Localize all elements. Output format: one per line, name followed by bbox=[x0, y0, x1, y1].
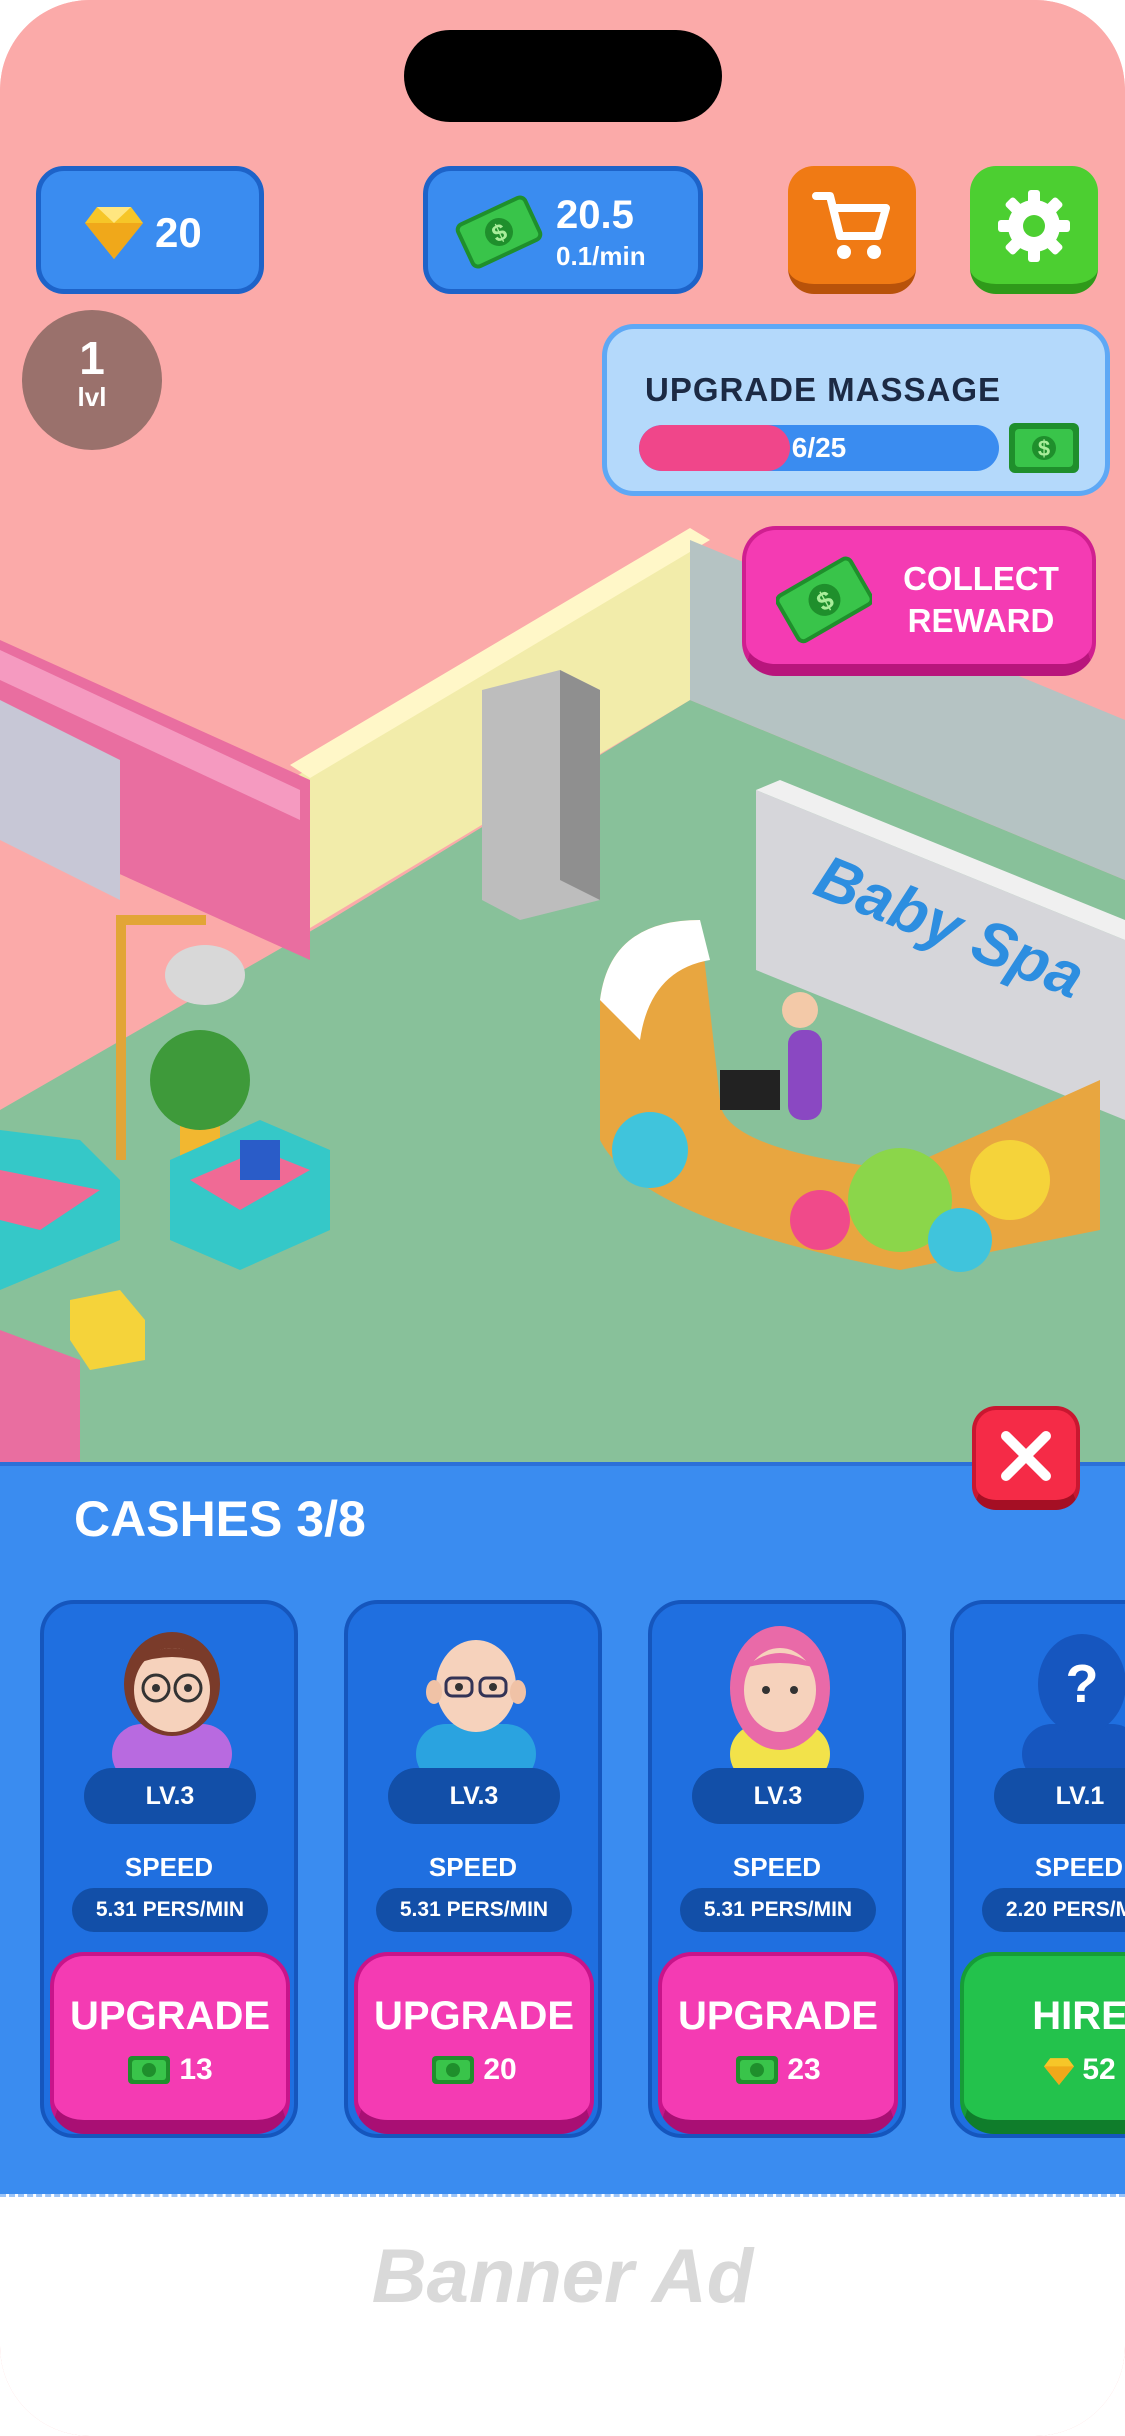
cashier-level: LV.3 bbox=[84, 1768, 256, 1824]
quest-progress-text: 6/25 bbox=[791, 432, 847, 463]
upgrade-cost: 20 bbox=[358, 2053, 590, 2087]
cash-icon bbox=[736, 2056, 779, 2084]
hire-label: HIRE bbox=[1032, 1994, 1125, 2038]
quest-progress-bar: 6/25 bbox=[639, 425, 999, 471]
cashier-card-2[interactable]: LV.3 SPEED 5.31 PERS/MIN UPGRADE 20 bbox=[344, 1600, 602, 2138]
upgrade-label: UPGRADE bbox=[373, 1994, 575, 2038]
cashier-level: LV.3 bbox=[692, 1768, 864, 1824]
collect-label-line2: REWARD bbox=[907, 602, 1055, 639]
upgrade-button[interactable]: UPGRADE 20 bbox=[354, 1952, 594, 2134]
level-number: 1 bbox=[79, 332, 105, 384]
settings-button[interactable] bbox=[970, 166, 1098, 294]
upgrade-label: UPGRADE bbox=[69, 1994, 271, 2038]
gear-icon bbox=[998, 190, 1070, 262]
speed-value: 5.31 PERS/MIN bbox=[376, 1888, 572, 1932]
quest-title: UPGRADE MASSAGE bbox=[645, 371, 1002, 408]
device-notch bbox=[404, 30, 722, 122]
cash-amount: 20.5 bbox=[556, 193, 634, 237]
cart-icon bbox=[812, 192, 890, 259]
cashier-avatar-3 bbox=[730, 1626, 830, 1774]
cost-value: 52 bbox=[1082, 2053, 1116, 2086]
cashier-level: LV.3 bbox=[388, 1768, 560, 1824]
gem-icon bbox=[1044, 2058, 1075, 2085]
gem-count: 20 bbox=[155, 209, 202, 256]
cash-icon: $ bbox=[776, 556, 872, 644]
cash-rate: 0.1/min bbox=[556, 241, 646, 271]
speed-label: SPEED bbox=[428, 1852, 518, 1882]
speed-value: 5.31 PERS/MIN bbox=[72, 1888, 268, 1932]
upgrade-quest-card[interactable]: UPGRADE MASSAGE 6/25 $ bbox=[602, 324, 1110, 496]
locked-cashier-silhouette: ? bbox=[1022, 1634, 1125, 1774]
close-icon bbox=[1001, 1431, 1051, 1481]
cash-icon: $ bbox=[1009, 423, 1079, 473]
cash-icon: $ bbox=[455, 195, 543, 269]
cash-counter[interactable]: $ 20.5 0.1/min bbox=[423, 166, 703, 294]
speed-value: 2.20 PERS/MIN bbox=[982, 1888, 1125, 1932]
cashier-avatar-1 bbox=[112, 1632, 232, 1774]
cashier-card-4[interactable]: ? LV.1 SPEED 2.20 PERS/MIN HIRE 52 bbox=[950, 1600, 1125, 2138]
close-panel-button[interactable] bbox=[972, 1406, 1080, 1510]
hire-cost: 52 bbox=[964, 2053, 1125, 2087]
collect-reward-button[interactable]: $ COLLECT REWARD bbox=[742, 526, 1096, 676]
collect-label-line1: COLLECT bbox=[903, 560, 1059, 597]
svg-text:$: $ bbox=[1038, 436, 1050, 461]
gem-counter[interactable]: 20 bbox=[36, 166, 264, 294]
player-level-badge[interactable]: 1 lvl bbox=[22, 310, 162, 450]
cashier-card-1[interactable]: LV.3 SPEED 5.31 PERS/MIN UPGRADE 13 bbox=[40, 1600, 298, 2138]
panel-title: CASHES 3/8 bbox=[74, 1491, 366, 1547]
upgrade-cost: 23 bbox=[662, 2053, 894, 2087]
cash-icon bbox=[432, 2056, 475, 2084]
shop-button[interactable] bbox=[788, 166, 916, 294]
gem-icon bbox=[85, 207, 143, 259]
cost-value: 23 bbox=[787, 2053, 821, 2086]
banner-ad-label: Banner Ad bbox=[371, 2234, 754, 2319]
hire-button[interactable]: HIRE 52 bbox=[960, 1952, 1125, 2134]
cashier-card-3[interactable]: LV.3 SPEED 5.31 PERS/MIN UPGRADE 23 bbox=[648, 1600, 906, 2138]
cash-icon bbox=[128, 2056, 171, 2084]
upgrade-button[interactable]: UPGRADE 13 bbox=[50, 1952, 290, 2134]
upgrade-cost: 13 bbox=[54, 2053, 286, 2087]
cashier-avatar-2 bbox=[416, 1640, 536, 1774]
upgrade-button[interactable]: UPGRADE 23 bbox=[658, 1952, 898, 2134]
speed-label: SPEED bbox=[124, 1852, 214, 1882]
cashier-level: LV.1 bbox=[994, 1768, 1125, 1824]
banner-ad[interactable]: Banner Ad bbox=[0, 2194, 1125, 2436]
speed-label: SPEED bbox=[732, 1852, 822, 1882]
cost-value: 13 bbox=[179, 2053, 213, 2086]
level-label: lvl bbox=[77, 382, 107, 412]
upgrade-label: UPGRADE bbox=[677, 1994, 879, 2038]
speed-label: SPEED bbox=[1034, 1852, 1124, 1882]
game-screen: Baby Spa 20 $ 20.5 0.1/min 1 lvl UPGRADE… bbox=[0, 0, 1125, 2436]
cost-value: 20 bbox=[483, 2053, 517, 2086]
question-icon: ? bbox=[1066, 1654, 1099, 1714]
speed-value: 5.31 PERS/MIN bbox=[680, 1888, 876, 1932]
